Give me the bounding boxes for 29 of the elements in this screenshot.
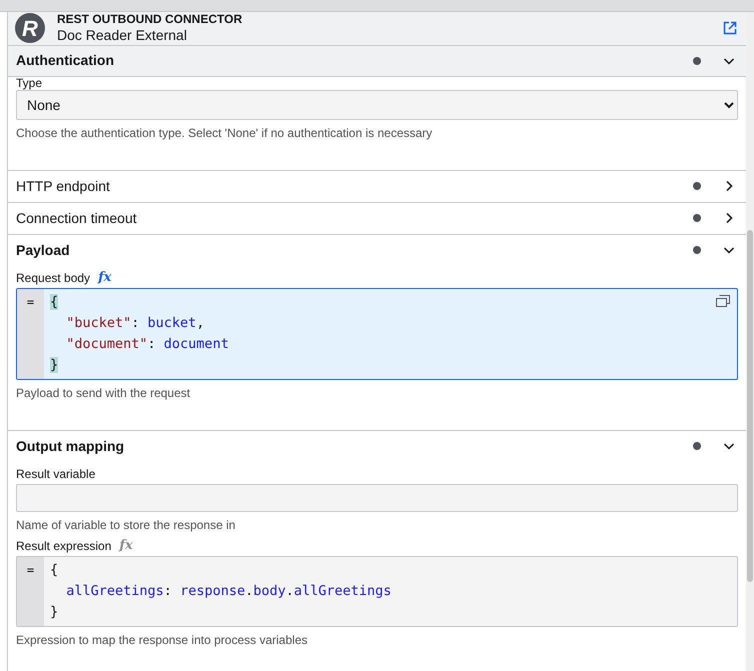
code-line: {: [50, 560, 60, 580]
code-editor[interactable]: = { allGreetings: response.body.allGreetings }: [16, 556, 738, 626]
open-popup-icon[interactable]: [716, 294, 730, 306]
code-line: allGreetings: response.body.allGreetings: [65, 582, 392, 600]
auth-type-select[interactable]: None: [16, 90, 738, 120]
field-label: Type: [16, 77, 42, 89]
code-editor[interactable]: = { "bucket": bucket, "document": document }: [16, 288, 738, 380]
field-label: Request body: [16, 272, 90, 284]
helper-text: Name of variable to store the response in: [16, 516, 236, 534]
code-line: "bucket": bucket,: [65, 314, 206, 332]
section-header[interactable]: Connection timeout: [8, 202, 746, 234]
expression-prefix: =: [26, 294, 34, 310]
code-line: "document": document: [65, 334, 230, 354]
external-link-icon[interactable]: [723, 21, 737, 36]
section-header[interactable]: HTTP endpoint: [8, 170, 746, 202]
connector-category: REST OUTBOUND CONNECTOR: [57, 12, 244, 27]
code-line: }: [50, 602, 60, 622]
helper-text: Choose the authentication type. Select 'None' if no authentication is necessary: [16, 124, 434, 142]
helper-text: Expression to map the response into process variables: [16, 632, 308, 648]
fx-toggle[interactable]: fx: [98, 271, 112, 284]
section-header[interactable]: Payload: [8, 234, 746, 266]
section-header[interactable]: Output mapping: [8, 430, 746, 462]
connector-logo: R: [15, 13, 45, 44]
field-label: Result expression: [16, 540, 112, 552]
helper-text: Payload to send with the request: [16, 384, 192, 402]
field-label: Result variable: [16, 468, 96, 480]
element-name: Doc Reader External: [57, 27, 188, 44]
section-header[interactable]: Authentication: [8, 46, 746, 76]
expression-prefix: =: [26, 562, 34, 578]
